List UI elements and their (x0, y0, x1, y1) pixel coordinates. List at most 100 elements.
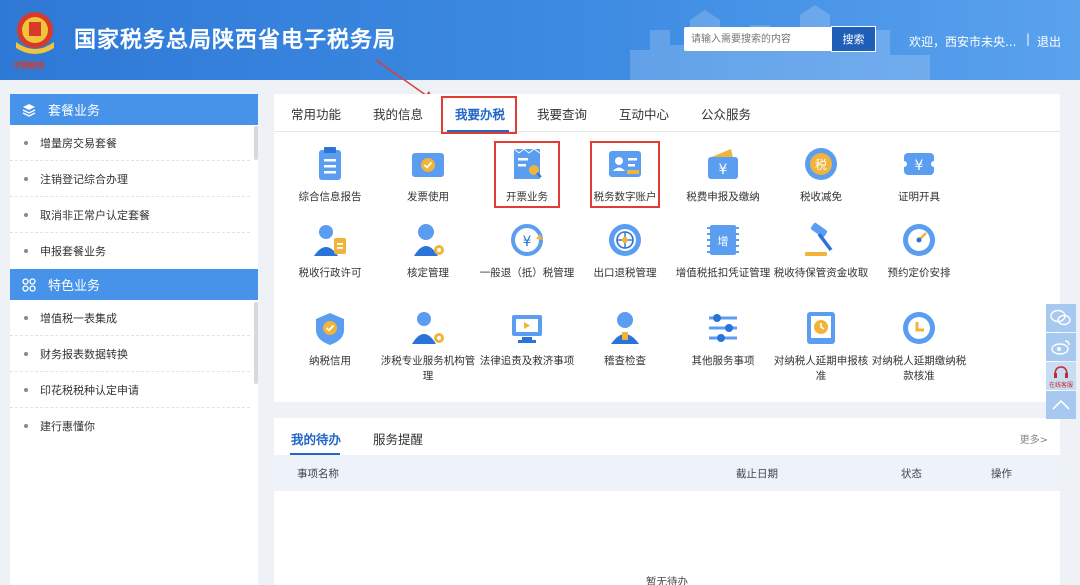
online-service-button[interactable]: 在线客服 (1046, 362, 1076, 390)
logout-link[interactable]: 退出 (1037, 33, 1061, 50)
back-to-top-button[interactable] (1046, 391, 1076, 419)
sidebar-item-label: 增值税一表集成 (40, 311, 117, 325)
service-item[interactable]: 发票使用 (378, 144, 478, 205)
service-item[interactable]: ¥ 证明开具 (869, 144, 969, 205)
svg-text:增: 增 (718, 234, 729, 248)
sidebar-item-label: 注销登记综合办理 (40, 172, 128, 186)
sidebar-item-label: 取消非正常户认定套餐 (40, 208, 150, 222)
tab-query[interactable]: 我要查询 (537, 104, 587, 123)
admin-license-icon (314, 225, 346, 256)
headset-icon (1054, 366, 1068, 378)
clock-icon (903, 312, 935, 344)
emblem-text: 中国税务 (13, 61, 45, 70)
service-item[interactable]: 税收待保管资金收取 (771, 220, 871, 281)
todo-panel: 我的待办 服务提醒 更多> 事项名称 截止日期 状态 操作 暂无待办 (274, 418, 1060, 585)
service-item[interactable]: 增增值税抵扣凭证管理 (673, 220, 773, 281)
service-item[interactable]: 开票业务 (477, 144, 577, 205)
service-item-label: 稽查检查 (604, 355, 646, 367)
sidebar-section-feature[interactable]: 特色业务 (10, 269, 258, 300)
sidebar-item-label: 增量房交易套餐 (40, 136, 117, 150)
column-header-status: 状态 (901, 468, 922, 480)
service-item[interactable]: 税收行政许可 (280, 220, 380, 281)
service-item-label: 证明开具 (898, 191, 940, 203)
service-item[interactable]: 对纳税人延期申报核准 (771, 308, 871, 384)
site-header: 中国税务 国家税务总局陕西省电子税务局 搜索 欢迎，西安市未央... | 退出 (0, 0, 1080, 80)
refund-icon: ¥ (511, 224, 543, 256)
bullet (24, 424, 28, 428)
service-item-label: 出口退税管理 (593, 267, 657, 279)
service-item-label: 税收行政许可 (298, 267, 362, 279)
grid-icon (22, 277, 36, 292)
tab-service-reminder[interactable]: 服务提醒 (373, 429, 423, 448)
header-separator: | (1026, 32, 1031, 46)
service-item[interactable]: 综合信息报告 (280, 144, 380, 205)
svg-text:税: 税 (815, 158, 827, 172)
sidebar-section-package[interactable]: 套餐业务 (10, 94, 258, 125)
welcome-user-text[interactable]: 欢迎，西安市未央... (909, 33, 1016, 50)
service-item[interactable]: 纳税信用 (280, 308, 380, 369)
more-link[interactable]: 更多> (1020, 431, 1048, 446)
service-item-label: 纳税信用 (309, 355, 351, 367)
sidebar-item[interactable]: 印花税税种认定申请 (10, 372, 250, 408)
tab-common[interactable]: 常用功能 (291, 104, 341, 123)
todo-table-header: 事项名称 截止日期 状态 操作 (274, 455, 1060, 491)
service-item-label: 税收待保管资金收取 (773, 267, 869, 279)
tab-my-info[interactable]: 我的信息 (373, 104, 423, 123)
service-item[interactable]: 法律追责及救济事项 (477, 308, 577, 369)
sidebar-item[interactable]: 注销登记综合办理 (10, 161, 250, 197)
report-icon (319, 147, 341, 180)
service-item[interactable]: 核定管理 (378, 220, 478, 281)
sidebar-item-label: 建行惠懂你 (40, 420, 95, 433)
agency-icon (412, 312, 444, 344)
empty-state-text: 暂无待办 (646, 576, 688, 585)
bullet (24, 176, 28, 181)
invoice-check-icon (412, 153, 444, 177)
credit-icon (316, 313, 344, 345)
weibo-button[interactable] (1046, 333, 1076, 361)
tab-public-service[interactable]: 公众服务 (701, 104, 751, 123)
wechat-button[interactable] (1046, 304, 1076, 332)
service-item[interactable]: ¥ 税费申报及缴纳 (673, 144, 773, 205)
sidebar-item[interactable]: 财务报表数据转换 (10, 336, 250, 372)
svg-text:¥: ¥ (523, 234, 532, 250)
search-button[interactable]: 搜索 (831, 26, 876, 52)
highlight-tab-box (441, 96, 517, 134)
service-item[interactable]: 出口退税管理 (575, 220, 675, 281)
service-item[interactable]: 税务数字账户 (575, 144, 675, 205)
service-item[interactable]: ¥ 一般退（抵）税管理 (477, 220, 577, 281)
service-item[interactable]: 预约定价安排 (869, 220, 969, 281)
service-item[interactable]: 税税收减免 (771, 144, 871, 205)
sidebar: 套餐业务 增量房交易套餐 注销登记综合办理 取消非正常户认定套餐 申报套餐业务 … (10, 94, 258, 585)
invoice-search-icon (513, 148, 542, 179)
sidebar-item[interactable]: 增量房交易套餐 (10, 125, 250, 161)
sidebar-item-label: 财务报表数据转换 (40, 347, 128, 361)
bullet (24, 140, 28, 145)
certificate-icon: ¥ (901, 153, 937, 175)
service-item[interactable]: 涉税专业服务机构管理 (378, 308, 478, 384)
service-item-label: 其他服务事项 (691, 355, 755, 367)
service-item[interactable]: 对纳税人延期缴纳税款核准 (869, 308, 969, 384)
service-item[interactable]: 稽查检查 (575, 308, 675, 369)
search-input[interactable] (684, 27, 832, 51)
column-header-action: 操作 (991, 468, 1012, 480)
service-item-label: 税费申报及缴纳 (686, 191, 760, 203)
service-item-label: 对纳税人延期申报核准 (773, 355, 869, 382)
sidebar-item-label: 申报套餐业务 (40, 245, 106, 258)
sidebar-item[interactable]: 申报套餐业务 (10, 233, 250, 269)
sidebar-item[interactable]: 建行惠懂你 (10, 408, 250, 444)
online-service-label: 在线客服 (1048, 382, 1073, 389)
sidebar-item[interactable]: 增值税一表集成 (10, 300, 250, 336)
bullet (24, 315, 28, 320)
gavel-icon (805, 222, 833, 256)
service-item[interactable]: 其他服务事项 (673, 308, 773, 369)
sidebar-scrollbar-top[interactable] (254, 126, 258, 160)
sidebar-item[interactable]: 取消非正常户认定套餐 (10, 197, 250, 233)
service-item-label: 对纳税人延期缴纳税款核准 (871, 355, 967, 382)
service-item-label: 发票使用 (407, 191, 449, 203)
service-item-label: 预约定价安排 (887, 267, 951, 279)
tab-my-todo[interactable]: 我的待办 (291, 429, 341, 448)
tab-interaction[interactable]: 互动中心 (619, 104, 669, 123)
tax-emblem-logo: 中国税务 (10, 8, 60, 72)
column-header-name: 事项名称 (297, 468, 339, 480)
sidebar-scrollbar-bottom[interactable] (254, 302, 258, 384)
